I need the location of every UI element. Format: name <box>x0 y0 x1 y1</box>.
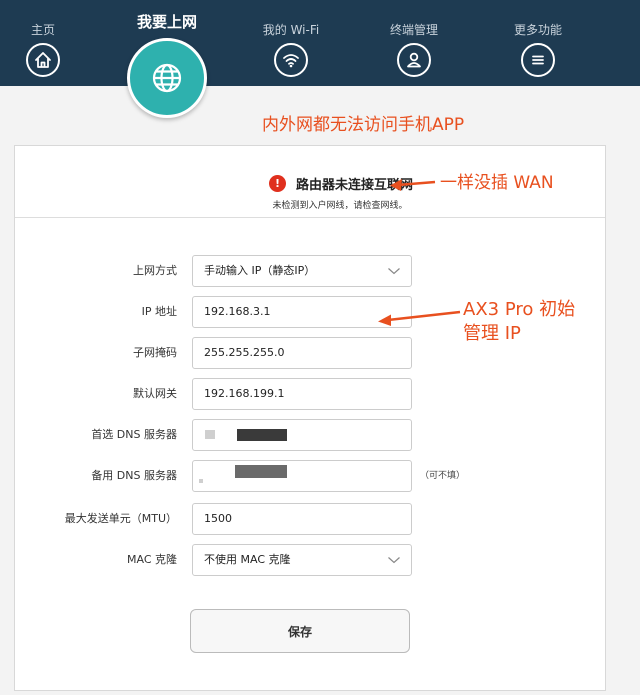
primary-dns-label: 首选 DNS 服务器 <box>91 428 177 441</box>
arrow-icon <box>378 310 461 326</box>
top-nav-bar: 主页 我的 Wi-Fi 终端管理 更多功能 <box>0 0 640 86</box>
nav-item-more-label: 更多功能 <box>513 23 562 37</box>
redaction-mark <box>205 430 215 439</box>
connection-type-row: 上网方式 手动输入 IP（静态IP） <box>15 255 605 287</box>
save-button[interactable]: 保存 <box>190 609 410 653</box>
primary-dns-input[interactable] <box>192 419 412 451</box>
subnet-mask-input[interactable]: 255.255.255.0 <box>192 337 412 369</box>
redaction-mark <box>235 465 287 478</box>
annotation-ip-line1: AX3 Pro 初始 <box>463 299 576 320</box>
annotation-wan: 一样没插 WAN <box>440 173 554 193</box>
nav-item-more[interactable]: 更多功能 <box>483 0 593 77</box>
redaction-mark <box>237 429 287 441</box>
gateway-label: 默认网关 <box>133 387 177 400</box>
connection-type-value: 手动输入 IP（静态IP） <box>204 264 316 277</box>
nav-item-devices[interactable]: 终端管理 <box>359 0 469 77</box>
gateway-row: 默认网关 192.168.199.1 <box>15 378 605 410</box>
nav-item-home[interactable]: 主页 <box>0 0 98 77</box>
home-icon <box>26 43 60 77</box>
globe-icon <box>127 38 207 118</box>
connection-type-label: 上网方式 <box>133 264 177 277</box>
secondary-dns-input[interactable] <box>192 460 412 492</box>
user-icon <box>397 43 431 77</box>
annotation-ip-line2: 管理 IP <box>463 323 521 344</box>
chevron-down-icon <box>388 268 400 275</box>
optional-hint: （可不填） <box>420 471 466 481</box>
mac-clone-value: 不使用 MAC 克隆 <box>204 553 291 566</box>
mac-clone-select[interactable]: 不使用 MAC 克隆 <box>192 544 412 576</box>
redaction-mark <box>199 479 203 483</box>
mtu-input[interactable]: 1500 <box>192 503 412 535</box>
error-icon: ! <box>268 175 286 192</box>
mtu-label: 最大发送单元（MTU） <box>64 512 177 525</box>
mtu-row: 最大发送单元（MTU） 1500 <box>15 503 605 535</box>
nav-item-internet-label: 我要上网 <box>136 13 197 31</box>
gateway-input[interactable]: 192.168.199.1 <box>192 378 412 410</box>
nav-item-wifi[interactable]: 我的 Wi-Fi <box>236 0 346 77</box>
nav-item-wifi-label: 我的 Wi-Fi <box>262 23 320 37</box>
mac-clone-label: MAC 克隆 <box>127 553 177 566</box>
chevron-down-icon <box>388 557 400 564</box>
nav-item-internet[interactable]: 我要上网 <box>112 0 222 118</box>
settings-panel: ! 路由器未连接互联网 未检测到入户网线，请检查网线。 上网方式 手动输入 IP（… <box>14 145 606 691</box>
arrow-icon <box>390 179 436 191</box>
mac-clone-row: MAC 克隆 不使用 MAC 克隆 <box>15 544 605 576</box>
status-subtitle: 未检测到入户网线，请检查网线。 <box>272 201 408 211</box>
secondary-dns-row: 备用 DNS 服务器 （可不填） <box>15 460 605 492</box>
subnet-mask-label: 子网掩码 <box>133 346 177 359</box>
primary-dns-row: 首选 DNS 服务器 <box>15 419 605 451</box>
ip-address-label: IP 地址 <box>141 305 177 318</box>
nav-item-devices-label: 终端管理 <box>389 23 438 37</box>
secondary-dns-label: 备用 DNS 服务器 <box>91 469 177 482</box>
annotation-top: 内外网都无法访问手机APP <box>262 115 465 135</box>
annotation-ip: AX3 Pro 初始 管理 IP <box>463 298 575 346</box>
wifi-icon <box>274 43 308 77</box>
connection-type-select[interactable]: 手动输入 IP（静态IP） <box>192 255 412 287</box>
nav-item-home-label: 主页 <box>30 23 55 37</box>
menu-icon <box>521 43 555 77</box>
